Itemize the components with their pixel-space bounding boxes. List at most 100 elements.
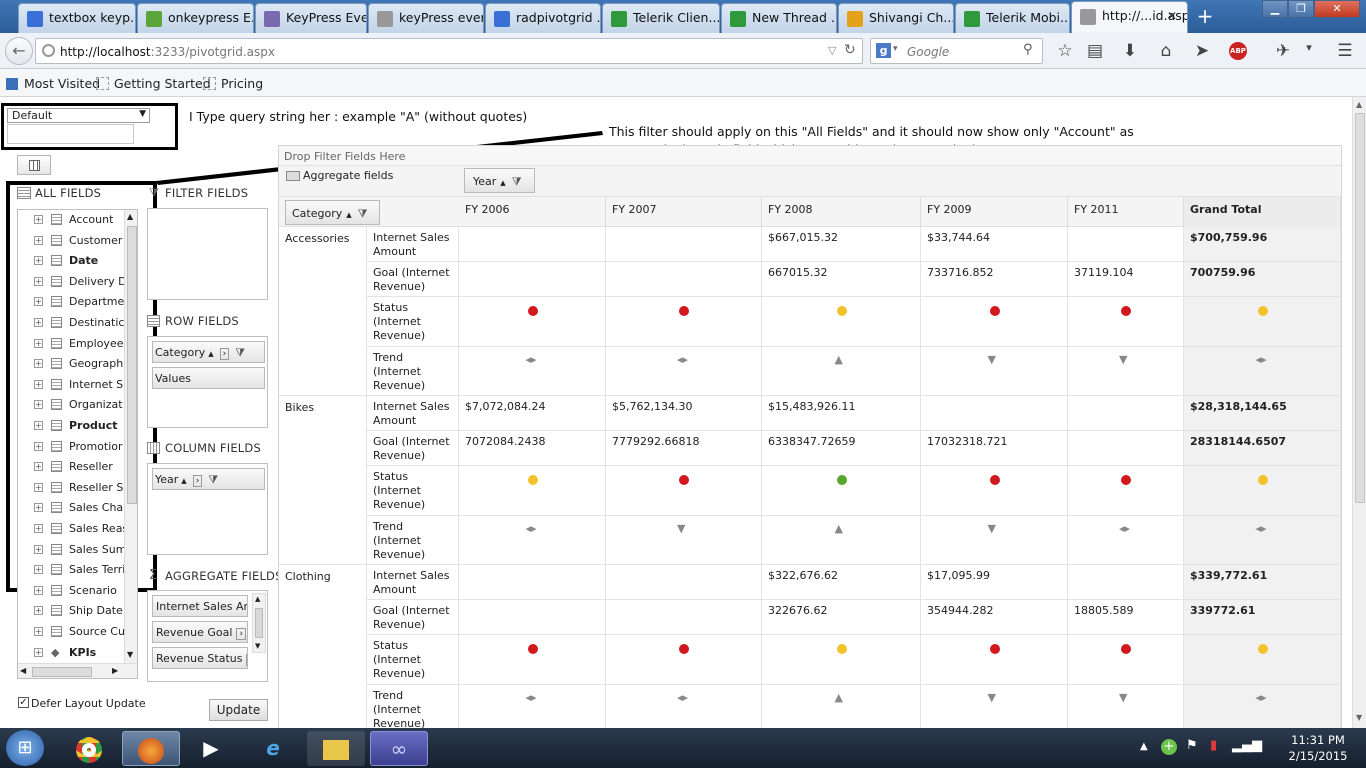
row-fields-zone[interactable]: Category ▲ › ⧩ Values (147, 336, 268, 428)
scroll-thumb[interactable] (127, 226, 137, 504)
expand-icon[interactable]: + (34, 297, 43, 307)
browser-tab[interactable]: radpivotgrid ... (485, 3, 601, 33)
expand-icon[interactable]: + (34, 606, 43, 616)
chevron-right-icon[interactable]: › (192, 475, 203, 487)
maximize-button[interactable]: ❐ (1288, 0, 1314, 18)
reload-icon[interactable]: ↻ (844, 42, 856, 58)
fields-horizontal-scrollbar[interactable]: ◀ ▶ (18, 663, 137, 678)
row-field-chip-values[interactable]: Values (152, 367, 265, 389)
field-item[interactable]: + Sales Reas (18, 519, 126, 539)
browser-tab[interactable]: KeyPress Eve... (255, 3, 367, 33)
year-header[interactable]: FY 2009 (921, 197, 1068, 227)
chevron-right-icon[interactable]: › (219, 348, 230, 360)
close-tab-icon[interactable]: ✕ (1167, 9, 1177, 23)
bookmark-pricing[interactable]: Pricing (203, 76, 263, 91)
year-header[interactable]: FY 2008 (762, 197, 921, 227)
scroll-thumb[interactable] (32, 667, 92, 677)
page-vertical-scrollbar[interactable]: ▲ ▼ (1352, 97, 1366, 728)
bookmark-star-icon[interactable]: ☆ (1053, 41, 1077, 61)
scroll-thumb[interactable] (255, 608, 263, 638)
filter-drop-zone[interactable]: Drop Filter Fields Here (279, 146, 1341, 166)
browser-tab[interactable]: Shivangi Ch... (838, 3, 954, 33)
row-chip-category[interactable]: Category ▲ ⧩ (285, 200, 380, 225)
category-header[interactable]: Clothing (279, 565, 367, 728)
browser-tab[interactable]: textbox keyp... (18, 3, 136, 33)
show-hidden-icons[interactable]: ▲ (1140, 741, 1148, 752)
expand-icon[interactable]: + (34, 524, 43, 533)
plus-tray-icon[interactable]: + (1161, 739, 1177, 755)
chevron-up-icon[interactable]: ▲ (1356, 100, 1362, 109)
download-icon[interactable]: ⬇ (1118, 41, 1142, 61)
internet-explorer-icon[interactable]: e (244, 731, 302, 766)
field-item[interactable]: + Sales Sum (18, 540, 126, 560)
expand-icon[interactable]: + (34, 256, 43, 266)
field-item[interactable]: + Ship Date (18, 601, 126, 621)
expand-icon[interactable]: + (34, 215, 43, 224)
category-header[interactable]: Accessories (279, 227, 367, 396)
expand-icon[interactable]: + (34, 421, 43, 430)
start-button[interactable]: ⊞ (6, 730, 44, 766)
chevron-right-icon[interactable]: › (236, 628, 247, 640)
expand-icon[interactable]: + (34, 441, 43, 451)
expand-icon[interactable]: + (34, 503, 43, 513)
expand-icon[interactable]: + (34, 318, 43, 327)
chevron-down-icon[interactable]: ▼ (1356, 713, 1362, 722)
field-item[interactable]: + Scenario (18, 581, 126, 601)
bookmark-getting-started[interactable]: Getting Started (96, 76, 211, 91)
adblock-icon[interactable]: ABP (1229, 42, 1247, 60)
clock-date[interactable]: 2/15/2015 (1284, 749, 1352, 763)
visual-studio-icon[interactable]: ∞ (370, 731, 428, 766)
filter-icon[interactable]: ⧩ (208, 473, 218, 486)
home-icon[interactable]: ⌂ (1154, 41, 1178, 61)
new-tab-button[interactable]: + (1188, 3, 1222, 29)
expand-icon[interactable]: + (34, 359, 43, 369)
defer-checkbox[interactable]: ✓ (18, 697, 29, 708)
expand-icon[interactable]: + (34, 379, 43, 389)
chevron-right-icon[interactable]: › (246, 654, 247, 666)
year-header[interactable]: FY 2006 (459, 197, 606, 227)
row-field-chip-category[interactable]: Category ▲ › ⧩ (152, 341, 265, 363)
filter-fields-zone[interactable] (147, 208, 268, 300)
column-fields-zone[interactable]: Year ▲ › ⧩ (147, 463, 268, 555)
column-chip-year[interactable]: Year ▲ ⧩ (464, 168, 535, 193)
firefox-icon[interactable] (122, 731, 180, 766)
filter-icon[interactable]: ⧩ (235, 346, 245, 359)
field-item[interactable]: + Reseller Sa (18, 478, 126, 498)
aggregate-chip-revenue-status[interactable]: Revenue Status› (152, 647, 248, 669)
volume-icon[interactable]: 🔈︎ (1258, 738, 1266, 753)
filter-icon[interactable]: ⧩ (512, 175, 522, 188)
media-player-icon[interactable]: ▶ (182, 731, 240, 766)
field-item[interactable]: + Destinatic (18, 313, 126, 333)
expand-icon[interactable]: + (34, 235, 43, 245)
fields-vertical-scrollbar[interactable]: ▲ ▼ (124, 210, 137, 663)
filter-icon[interactable]: ⧩ (358, 207, 368, 220)
close-window-button[interactable]: ✕ (1314, 0, 1360, 18)
field-item[interactable]: + Sales Char (18, 498, 126, 518)
chevron-down-icon[interactable]: ▼ (127, 650, 133, 659)
field-item[interactable]: + Internet S (18, 375, 126, 395)
browser-tab[interactable]: http://...id.aspx ✕ (1071, 1, 1188, 33)
layout-dropdown[interactable]: Default ▼ (7, 108, 150, 123)
field-item[interactable]: + ◆ KPIs (18, 643, 126, 663)
battery-icon[interactable]: ▮ (1210, 738, 1217, 753)
back-button[interactable]: ← (5, 37, 33, 65)
column-field-chip-year[interactable]: Year ▲ › ⧩ (152, 468, 265, 490)
field-item[interactable]: + Customer (18, 231, 126, 251)
expand-icon[interactable]: + (34, 647, 43, 657)
chrome-icon[interactable] (60, 731, 118, 766)
extension-icon[interactable]: ✈ (1271, 41, 1295, 61)
field-item[interactable]: + Employee (18, 334, 126, 354)
field-item[interactable]: + Geograph (18, 354, 126, 374)
reading-list-icon[interactable]: ▤ (1083, 41, 1107, 61)
chevron-up-icon[interactable]: ▲ (255, 595, 260, 603)
all-fields-list[interactable]: + Account + Customer + Date + Delivery D + Depart… (17, 209, 138, 679)
browser-tab[interactable]: Telerik Mobi... (955, 3, 1070, 33)
clock-time[interactable]: 11:31 PM (1288, 733, 1348, 747)
query-input[interactable] (7, 124, 134, 144)
flag-icon[interactable]: ⚑ (1186, 738, 1198, 753)
field-item[interactable]: + Delivery D (18, 272, 126, 292)
chevron-up-icon[interactable]: ▲ (127, 212, 133, 221)
field-item[interactable]: + Reseller (18, 457, 126, 477)
chevron-down-icon[interactable]: ▾ (893, 44, 898, 54)
chevron-down-icon[interactable]: ▾ (1297, 41, 1321, 54)
